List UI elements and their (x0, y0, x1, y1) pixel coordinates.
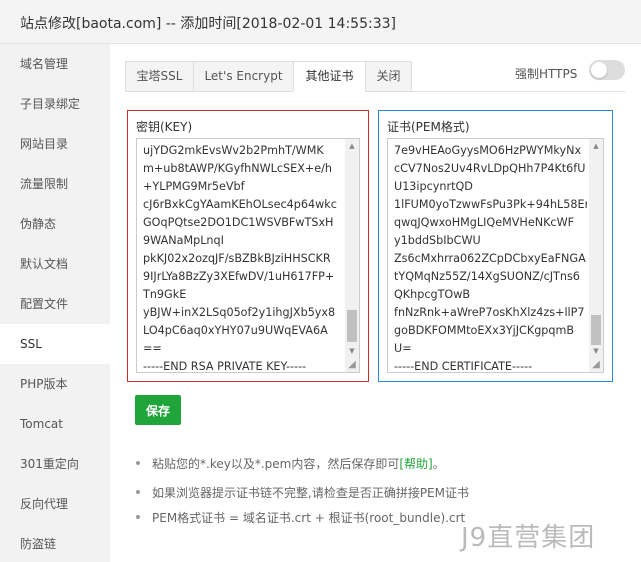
resize-grip-icon[interactable]: ◢ (346, 359, 358, 371)
sidebar-item-subdir[interactable]: 子目录绑定 (0, 84, 110, 124)
sidebar-item-ssl[interactable]: SSL (0, 324, 110, 364)
key-line: -----END RSA PRIVATE KEY----- (143, 360, 307, 373)
sidebar-item-traffic[interactable]: 流量限制 (0, 164, 110, 204)
cert-line: y1bddSbIbCWU (394, 234, 481, 247)
scroll-thumb[interactable] (591, 315, 601, 345)
watermark: J9直营集团 (461, 523, 596, 553)
key-text: ujYDG2mkEvsWv2b2PmhT/WMK m+ub8tAWP/KGyfh… (143, 142, 343, 373)
scroll-down-icon[interactable]: ▼ (345, 344, 359, 358)
note-text-main: 粘贴您的*.key以及*.pem内容，然后保存即可 (152, 457, 400, 471)
sidebar: 域名管理 子目录绑定 网站目录 流量限制 伪静态 默认文档 配置文件 SSL P… (0, 44, 110, 562)
help-link[interactable]: [帮助] (399, 457, 432, 471)
key-line: GOqPQtse2DO1DC1WSVBFwTSxH (143, 216, 334, 229)
window-title: 站点修改[baota.com] -- 添加时间[2018-02-01 14:55… (20, 16, 396, 32)
window-titlebar: 站点修改[baota.com] -- 添加时间[2018-02-01 14:55… (0, 0, 641, 44)
key-line: LO4pC6aq0xYHY07u9UWqEVA6A (143, 324, 328, 337)
bullet-icon (136, 515, 140, 519)
force-https-label: 强制HTTPS (515, 67, 578, 81)
resize-grip-icon[interactable]: ◢ (590, 359, 602, 371)
cert-panel: 证书(PEM格式) 7e9vHEAoGyysMO6HzPWYMkyNx cCV7… (378, 110, 613, 382)
cert-line: U13ipcynrtQD (394, 180, 473, 193)
cert-line: Zs6cMxhrra062ZCpDCbxyEaFNGA (394, 252, 586, 265)
cert-line: QKhpcgTOwB (394, 288, 471, 301)
sidebar-item-default-doc[interactable]: 默认文档 (0, 244, 110, 284)
sidebar-item-rewrite[interactable]: 伪静态 (0, 204, 110, 244)
tab-other-cert[interactable]: 其他证书 (293, 61, 366, 92)
cert-line: goBDKFOMMtoEXx3YjJCKgpqmB (394, 324, 575, 337)
key-line: == (143, 342, 162, 355)
key-line: m+ub8tAWP/KGyfhNWLcSEX+e/h (143, 162, 333, 175)
key-line: ujYDG2mkEvsWv2b2PmhT/WMK (143, 144, 324, 157)
sidebar-item-site-dir[interactable]: 网站目录 (0, 124, 110, 164)
key-line: yBJW+inX2LSq05of2y1ihgJXb5yx8 (143, 306, 336, 319)
cert-line: U= (394, 342, 412, 355)
sidebar-item-domain[interactable]: 域名管理 (0, 44, 110, 84)
sidebar-item-reverse-proxy[interactable]: 反向代理 (0, 484, 110, 524)
tab-lets-encrypt[interactable]: Let's Encrypt (193, 61, 294, 92)
cert-line: 7e9vHEAoGyysMO6HzPWYMkyNx (394, 144, 582, 157)
scroll-down-icon[interactable]: ▼ (589, 344, 603, 358)
note-text-suffix: 。 (432, 457, 445, 471)
cert-line: tYQMqNz55Z/14XgSUONZ/cJTns6 (394, 270, 580, 283)
cert-line: 1lFUM0yoTzwwFsPu3Pk+94hL58Er (394, 198, 587, 211)
cert-line: fnNzRnk+aWreP7osKhXlz4zs+llP7 (394, 306, 585, 319)
cert-line: qwqJQwxoHMgLIQeMVHeNKcWF (394, 216, 575, 229)
note-text: 如果浏览器提示证书链不完整,请检查是否正确拼接PEM证书 (152, 486, 469, 500)
note-text: PEM格式证书 = 域名证书.crt + 根证书(root_bundle).cr… (152, 511, 466, 525)
key-textarea[interactable]: ujYDG2mkEvsWv2b2PmhT/WMK m+ub8tAWP/KGyfh… (136, 138, 360, 373)
key-line: +YLPMG9Mr5eVbf (143, 180, 245, 193)
sidebar-item-hotlink[interactable]: 防盗链 (0, 524, 110, 562)
bullet-icon (136, 490, 140, 494)
cert-line: -----END CERTIFICATE----- (394, 360, 533, 373)
scroll-thumb[interactable] (347, 310, 357, 342)
scroll-up-icon[interactable]: ▲ (345, 139, 359, 153)
cert-text: 7e9vHEAoGyysMO6HzPWYMkyNx cCV7Nos2Uv4RvL… (394, 142, 587, 373)
save-button[interactable]: 保存 (135, 395, 181, 425)
sidebar-item-php-version[interactable]: PHP版本 (0, 364, 110, 404)
force-https-toggle[interactable] (589, 60, 625, 80)
key-scrollbar[interactable]: ▲ ▼ (345, 139, 359, 372)
tab-baota-ssl[interactable]: 宝塔SSL (125, 61, 194, 92)
key-line: 9IJrLYa8BzZy3XEfwDV/1uH617FP+ (143, 270, 335, 283)
key-line: 9WANaMpLnqI (143, 234, 224, 247)
tab-close[interactable]: 关闭 (365, 61, 412, 92)
bullet-icon (136, 461, 140, 465)
cert-scrollbar[interactable]: ▲ ▼ (589, 139, 603, 372)
scroll-up-icon[interactable]: ▲ (589, 139, 603, 153)
cert-panel-title: 证书(PEM格式) (387, 120, 470, 134)
cert-line: cCV7Nos2Uv4RvLDpQHh7P4Kt6fU (394, 162, 586, 175)
key-panel-title: 密钥(KEY) (136, 120, 193, 134)
note-text: 粘贴您的*.key以及*.pem内容，然后保存即可[帮助]。 (152, 455, 445, 472)
key-line: pkKJ02x2ozqJF/sBZBkBJziHHSCKR (143, 252, 331, 265)
key-line: Tn9GkE (143, 288, 187, 301)
sidebar-item-redirect[interactable]: 301重定向 (0, 444, 110, 484)
cert-textarea[interactable]: 7e9vHEAoGyysMO6HzPWYMkyNx cCV7Nos2Uv4RvL… (387, 138, 604, 373)
sidebar-item-tomcat[interactable]: Tomcat (0, 404, 110, 444)
key-line: cJ6rBxkCgYAamKEhOLsec4p64wkc (143, 198, 337, 211)
sidebar-item-config[interactable]: 配置文件 (0, 284, 110, 324)
key-panel: 密钥(KEY) ujYDG2mkEvsWv2b2PmhT/WMK m+ub8tA… (127, 110, 369, 382)
toggle-knob (591, 62, 607, 78)
